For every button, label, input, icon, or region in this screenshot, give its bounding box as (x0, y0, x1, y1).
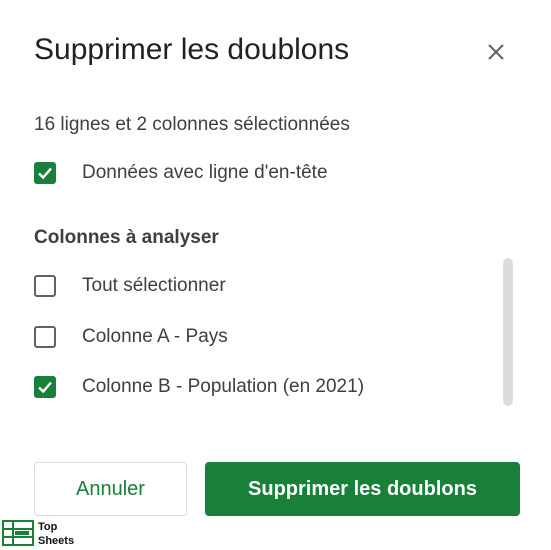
remove-duplicates-dialog: Supprimer les doublons 16 lignes et 2 co… (0, 0, 551, 550)
watermark-text: Top Sheets (38, 520, 74, 548)
topsheets-watermark: Top Sheets (2, 520, 74, 548)
close-button[interactable] (480, 36, 512, 68)
checkmark-icon (38, 381, 52, 394)
column-b-checkbox[interactable] (34, 376, 56, 398)
column-b-label: Colonne B - Population (en 2021) (82, 376, 365, 397)
header-row-checkbox[interactable] (34, 162, 56, 184)
column-a-label: Colonne A - Pays (82, 326, 228, 347)
column-a-checkbox[interactable] (34, 326, 56, 348)
watermark-line-1: Top (38, 521, 58, 533)
column-option-b[interactable]: Colonne B - Population (en 2021) (34, 372, 364, 402)
column-option-a[interactable]: Colonne A - Pays (34, 322, 228, 352)
remove-duplicates-button[interactable]: Supprimer les doublons (205, 462, 520, 516)
columns-heading: Colonnes à analyser (34, 227, 219, 248)
select-all-label: Tout sélectionner (82, 275, 226, 296)
cancel-button[interactable]: Annuler (34, 462, 187, 516)
select-all-checkbox[interactable] (34, 275, 56, 297)
selection-summary: 16 lignes et 2 colonnes sélectionnées (34, 114, 350, 135)
checkmark-icon (38, 167, 52, 180)
column-option-select-all[interactable]: Tout sélectionner (34, 271, 226, 301)
header-row-option[interactable]: Données avec ligne d'en-tête (34, 158, 328, 188)
header-row-label: Données avec ligne d'en-tête (82, 162, 328, 183)
columns-scrollbar[interactable] (503, 258, 513, 406)
spreadsheet-logo-icon (2, 520, 34, 546)
close-icon (488, 44, 504, 60)
dialog-title: Supprimer les doublons (34, 33, 350, 66)
watermark-line-2: Sheets (38, 535, 75, 547)
